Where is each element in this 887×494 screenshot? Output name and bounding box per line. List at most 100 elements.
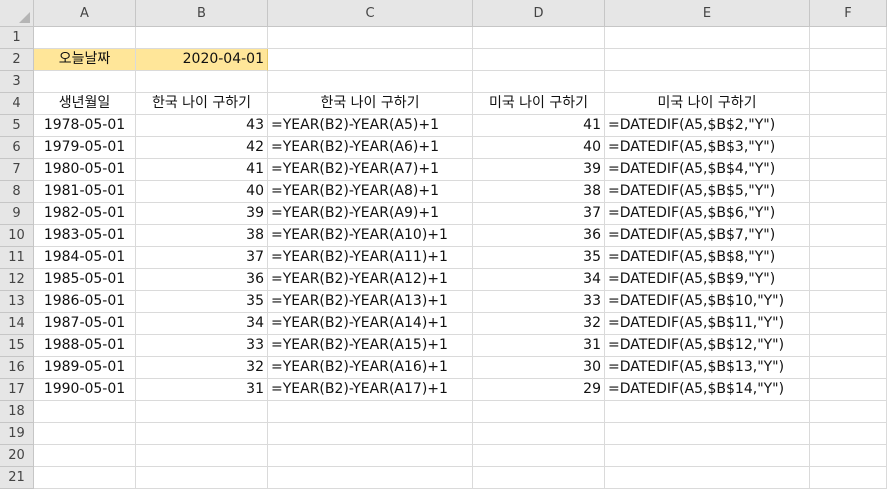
- cell-d8[interactable]: 38: [473, 181, 605, 203]
- row-header-17[interactable]: 17: [0, 379, 34, 401]
- cell-e14[interactable]: =DATEDIF(A5,$B$11,"Y"): [605, 313, 810, 335]
- cell-b19[interactable]: [136, 423, 268, 445]
- cell-f4[interactable]: [810, 93, 887, 115]
- select-all-corner[interactable]: [0, 0, 34, 27]
- cell-b18[interactable]: [136, 401, 268, 423]
- cell-e17[interactable]: =DATEDIF(A5,$B$14,"Y"): [605, 379, 810, 401]
- cell-f1[interactable]: [810, 27, 887, 49]
- cell-c21[interactable]: [268, 467, 473, 489]
- cell-e15[interactable]: =DATEDIF(A5,$B$12,"Y"): [605, 335, 810, 357]
- cell-c12[interactable]: =YEAR(B2)-YEAR(A12)+1: [268, 269, 473, 291]
- cell-f20[interactable]: [810, 445, 887, 467]
- cell-c6[interactable]: =YEAR(B2)-YEAR(A6)+1: [268, 137, 473, 159]
- cell-c13[interactable]: =YEAR(B2)-YEAR(A13)+1: [268, 291, 473, 313]
- row-header-15[interactable]: 15: [0, 335, 34, 357]
- cell-f11[interactable]: [810, 247, 887, 269]
- row-header-5[interactable]: 5: [0, 115, 34, 137]
- cell-d9[interactable]: 37: [473, 203, 605, 225]
- cell-a21[interactable]: [34, 467, 136, 489]
- row-header-9[interactable]: 9: [0, 203, 34, 225]
- row-header-3[interactable]: 3: [0, 71, 34, 93]
- cell-a2[interactable]: 오늘날짜: [34, 49, 136, 71]
- cell-e11[interactable]: =DATEDIF(A5,$B$8,"Y"): [605, 247, 810, 269]
- cell-a4[interactable]: 생년월일: [34, 93, 136, 115]
- cell-f21[interactable]: [810, 467, 887, 489]
- cell-d17[interactable]: 29: [473, 379, 605, 401]
- cell-d3[interactable]: [473, 71, 605, 93]
- cell-c11[interactable]: =YEAR(B2)-YEAR(A11)+1: [268, 247, 473, 269]
- cell-f13[interactable]: [810, 291, 887, 313]
- cell-b15[interactable]: 33: [136, 335, 268, 357]
- row-header-1[interactable]: 1: [0, 27, 34, 49]
- row-header-2[interactable]: 2: [0, 49, 34, 71]
- cell-b12[interactable]: 36: [136, 269, 268, 291]
- cell-b16[interactable]: 32: [136, 357, 268, 379]
- cell-b20[interactable]: [136, 445, 268, 467]
- cell-d10[interactable]: 36: [473, 225, 605, 247]
- cell-a20[interactable]: [34, 445, 136, 467]
- cell-c18[interactable]: [268, 401, 473, 423]
- row-header-7[interactable]: 7: [0, 159, 34, 181]
- cell-e18[interactable]: [605, 401, 810, 423]
- row-header-8[interactable]: 8: [0, 181, 34, 203]
- cell-f16[interactable]: [810, 357, 887, 379]
- cell-e13[interactable]: =DATEDIF(A5,$B$10,"Y"): [605, 291, 810, 313]
- cell-b1[interactable]: [136, 27, 268, 49]
- cell-c1[interactable]: [268, 27, 473, 49]
- cell-d1[interactable]: [473, 27, 605, 49]
- cell-f2[interactable]: [810, 49, 887, 71]
- row-header-13[interactable]: 13: [0, 291, 34, 313]
- row-header-6[interactable]: 6: [0, 137, 34, 159]
- cell-a7[interactable]: 1980-05-01: [34, 159, 136, 181]
- cell-c10[interactable]: =YEAR(B2)-YEAR(A10)+1: [268, 225, 473, 247]
- cell-b3[interactable]: [136, 71, 268, 93]
- cell-f18[interactable]: [810, 401, 887, 423]
- cell-a9[interactable]: 1982-05-01: [34, 203, 136, 225]
- cell-b17[interactable]: 31: [136, 379, 268, 401]
- column-header-a[interactable]: A: [34, 0, 136, 27]
- column-header-f[interactable]: F: [810, 0, 887, 27]
- cell-c3[interactable]: [268, 71, 473, 93]
- cell-c7[interactable]: =YEAR(B2)-YEAR(A7)+1: [268, 159, 473, 181]
- cell-a1[interactable]: [34, 27, 136, 49]
- cell-b8[interactable]: 40: [136, 181, 268, 203]
- cell-b6[interactable]: 42: [136, 137, 268, 159]
- row-header-16[interactable]: 16: [0, 357, 34, 379]
- cell-f12[interactable]: [810, 269, 887, 291]
- cell-c8[interactable]: =YEAR(B2)-YEAR(A8)+1: [268, 181, 473, 203]
- cell-d6[interactable]: 40: [473, 137, 605, 159]
- cell-c15[interactable]: =YEAR(B2)-YEAR(A15)+1: [268, 335, 473, 357]
- column-header-d[interactable]: D: [473, 0, 605, 27]
- column-header-b[interactable]: B: [136, 0, 268, 27]
- cell-c19[interactable]: [268, 423, 473, 445]
- cell-e7[interactable]: =DATEDIF(A5,$B$4,"Y"): [605, 159, 810, 181]
- cell-e3[interactable]: [605, 71, 810, 93]
- cell-d4[interactable]: 미국 나이 구하기: [473, 93, 605, 115]
- row-header-14[interactable]: 14: [0, 313, 34, 335]
- cell-e12[interactable]: =DATEDIF(A5,$B$9,"Y"): [605, 269, 810, 291]
- cell-a5[interactable]: 1978-05-01: [34, 115, 136, 137]
- cell-b7[interactable]: 41: [136, 159, 268, 181]
- cell-d7[interactable]: 39: [473, 159, 605, 181]
- cell-d15[interactable]: 31: [473, 335, 605, 357]
- cell-a15[interactable]: 1988-05-01: [34, 335, 136, 357]
- cell-d18[interactable]: [473, 401, 605, 423]
- cell-b4[interactable]: 한국 나이 구하기: [136, 93, 268, 115]
- cell-c16[interactable]: =YEAR(B2)-YEAR(A16)+1: [268, 357, 473, 379]
- cell-b10[interactable]: 38: [136, 225, 268, 247]
- cell-e16[interactable]: =DATEDIF(A5,$B$13,"Y"): [605, 357, 810, 379]
- cell-f10[interactable]: [810, 225, 887, 247]
- cell-a3[interactable]: [34, 71, 136, 93]
- cell-f17[interactable]: [810, 379, 887, 401]
- cell-a19[interactable]: [34, 423, 136, 445]
- cell-f7[interactable]: [810, 159, 887, 181]
- cell-d20[interactable]: [473, 445, 605, 467]
- cell-f6[interactable]: [810, 137, 887, 159]
- cell-f3[interactable]: [810, 71, 887, 93]
- cell-e4[interactable]: 미국 나이 구하기: [605, 93, 810, 115]
- cell-b5[interactable]: 43: [136, 115, 268, 137]
- row-header-18[interactable]: 18: [0, 401, 34, 423]
- cell-a14[interactable]: 1987-05-01: [34, 313, 136, 335]
- cell-b14[interactable]: 34: [136, 313, 268, 335]
- cell-d5[interactable]: 41: [473, 115, 605, 137]
